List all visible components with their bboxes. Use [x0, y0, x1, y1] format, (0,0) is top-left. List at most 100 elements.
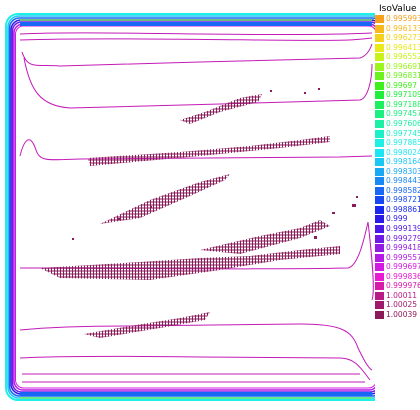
- legend-swatch: [375, 120, 384, 129]
- legend-label: 1.00039: [386, 309, 418, 319]
- legend-label: 0.999279: [386, 233, 420, 243]
- legend-entry: 0.997109: [375, 90, 420, 100]
- legend: IsoValue 0.995993 0.996133 0.996273 0.99641…: [375, 4, 420, 320]
- legend-swatch: [375, 34, 384, 43]
- legend-swatch: [375, 225, 384, 234]
- legend-label: 0.998164: [386, 157, 420, 167]
- legend-swatch: [375, 196, 384, 205]
- legend-swatch: [375, 24, 384, 33]
- legend-swatch: [375, 15, 384, 23]
- legend-entry: 0.999697: [375, 262, 420, 272]
- legend-entry: 0.996273: [375, 33, 420, 43]
- legend-entry: 0.999836: [375, 272, 420, 282]
- legend-label: 0.998024: [386, 147, 420, 157]
- legend-entry: 0.998303: [375, 167, 420, 177]
- legend-swatch: [375, 158, 384, 167]
- legend-swatch: [375, 81, 384, 90]
- legend-swatch: [375, 43, 384, 52]
- legend-swatch: [375, 301, 384, 310]
- legend-entry: 0.998443: [375, 176, 420, 186]
- legend-entry: 0.998164: [375, 157, 420, 167]
- legend-entry: 0.998024: [375, 148, 420, 158]
- legend-title: IsoValue: [379, 4, 417, 14]
- legend-entries: 0.995993 0.996133 0.996273 0.996413 0.996552…: [375, 14, 420, 320]
- legend-swatch: [375, 100, 384, 109]
- legend-label: 0.997188: [386, 99, 420, 109]
- legend-label: 0.99697: [386, 80, 418, 90]
- legend-entry: 0.996133: [375, 24, 420, 34]
- legend-swatch: [375, 310, 384, 319]
- legend-entry: 1.00025: [375, 300, 420, 310]
- legend-entry: 0.996552: [375, 52, 420, 62]
- legend-swatch: [375, 62, 384, 71]
- legend-entry: 0.999557: [375, 253, 420, 263]
- legend-entry: 0.999139: [375, 224, 420, 234]
- legend-entry: 0.999279: [375, 234, 420, 244]
- legend-entry: 0.997885: [375, 138, 420, 148]
- legend-label: 0.996133: [386, 23, 420, 33]
- interior-contours: [19, 32, 374, 383]
- legend-entry: 0.998721: [375, 195, 420, 205]
- legend-swatch: [375, 215, 384, 224]
- legend-label: 0.997606: [386, 119, 420, 129]
- legend-swatch: [375, 177, 384, 186]
- legend-swatch: [375, 205, 384, 214]
- legend-label: 0.998303: [386, 166, 420, 176]
- legend-swatch: [375, 148, 384, 157]
- legend-swatch: [375, 291, 384, 300]
- legend-entry: 0.996831: [375, 71, 420, 81]
- legend-swatch: [375, 110, 384, 119]
- legend-entry: 0.99697: [375, 81, 420, 91]
- legend-label: 1.00025: [386, 300, 418, 310]
- legend-label: 1.00011: [386, 290, 418, 300]
- legend-entry: 0.998582: [375, 186, 420, 196]
- legend-label: 0.998861: [386, 204, 420, 214]
- legend-label: 0.998443: [386, 176, 420, 186]
- legend-label: 0.999836: [386, 271, 420, 281]
- legend-entry: 0.997606: [375, 119, 420, 129]
- legend-label: 0.999697: [386, 262, 420, 272]
- legend-swatch: [375, 272, 384, 281]
- legend-label: 0.997745: [386, 128, 420, 138]
- legend-swatch: [375, 139, 384, 148]
- legend-label: 0.997109: [386, 90, 420, 100]
- legend-entry: 0.995993: [375, 14, 420, 24]
- legend-entry: 0.996413: [375, 43, 420, 53]
- legend-swatch: [375, 129, 384, 138]
- legend-entry: 0.997188: [375, 100, 420, 110]
- legend-label: 0.998582: [386, 185, 420, 195]
- legend-label: 0.996273: [386, 33, 420, 43]
- legend-swatch: [375, 253, 384, 262]
- legend-swatch: [375, 282, 384, 291]
- legend-entry: 0.998861: [375, 205, 420, 215]
- hatched-bands: [40, 94, 340, 338]
- legend-label: 0.996413: [386, 42, 420, 52]
- legend-entry: 0.999418: [375, 243, 420, 253]
- legend-label: 0.999976: [386, 281, 420, 291]
- boundary-contours: [5, 13, 375, 401]
- legend-swatch: [375, 53, 384, 62]
- legend-label: 0.999139: [386, 224, 420, 234]
- legend-swatch: [375, 72, 384, 81]
- legend-swatch: [375, 167, 384, 176]
- legend-entry: 0.996691: [375, 62, 420, 72]
- legend-entry: 1.00011: [375, 291, 420, 301]
- contour-plot: [5, 13, 375, 401]
- legend-entry: 0.999: [375, 214, 420, 224]
- legend-entry: 0.999976: [375, 281, 420, 291]
- legend-label: 0.999: [386, 214, 408, 224]
- legend-label: 0.997885: [386, 138, 420, 148]
- legend-swatch: [375, 186, 384, 195]
- legend-label: 0.996831: [386, 71, 420, 81]
- legend-swatch: [375, 234, 384, 243]
- legend-swatch: [375, 91, 384, 100]
- legend-label: 0.996691: [386, 61, 420, 71]
- legend-label: 0.999557: [386, 252, 420, 262]
- legend-label: 0.996552: [386, 52, 420, 62]
- legend-entry: 1.00039: [375, 310, 420, 320]
- legend-swatch: [375, 263, 384, 272]
- legend-entry: 0.997745: [375, 129, 420, 139]
- legend-entry: 0.997457: [375, 109, 420, 119]
- legend-label: 0.999418: [386, 243, 420, 253]
- legend-label: 0.998721: [386, 195, 420, 205]
